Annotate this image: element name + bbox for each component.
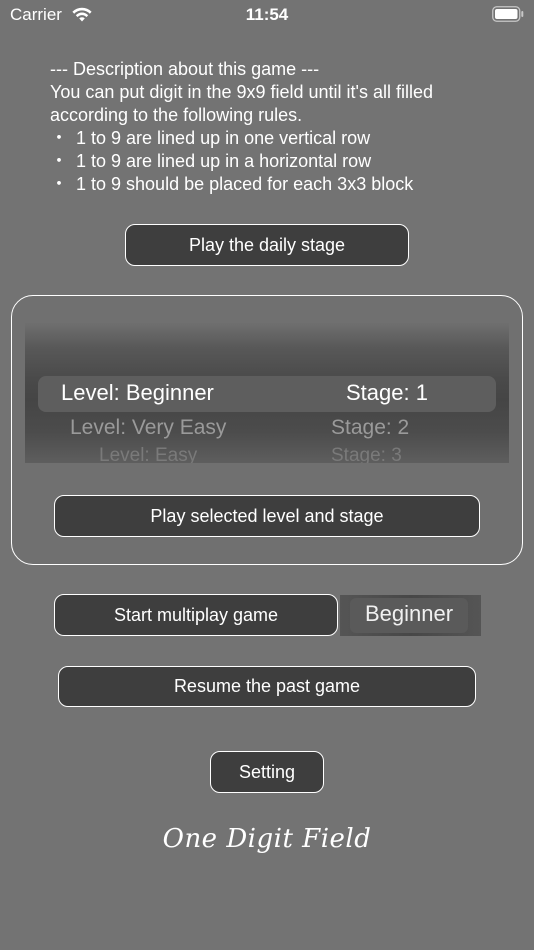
setting-button[interactable]: Setting — [210, 751, 324, 793]
multiplay-level-selector[interactable]: Beginner — [340, 595, 481, 636]
rule-item: ・ 1 to 9 are lined up in one vertical row — [50, 127, 520, 150]
picker-level-option[interactable]: Level: Easy — [99, 445, 197, 463]
bullet-icon: ・ — [50, 128, 68, 148]
description-text: according to the following rules. — [50, 105, 303, 125]
play-selected-button[interactable]: Play selected level and stage — [54, 495, 480, 537]
rule-text: 1 to 9 are lined up in a horizontal row — [76, 151, 372, 171]
app-logo: One Digit Field — [162, 824, 372, 854]
picker-stage-option[interactable]: Stage: 2 — [331, 416, 409, 440]
description-heading: --- Description about this game --- — [50, 59, 320, 79]
status-bar: Carrier 11:54 — [0, 0, 534, 32]
bullet-icon: ・ — [50, 151, 68, 171]
rule-text: 1 to 9 should be placed for each 3x3 blo… — [76, 174, 414, 194]
bullet-icon: ・ — [50, 174, 68, 194]
picker-stage-option[interactable]: Stage: 3 — [331, 445, 402, 463]
game-description: --- Description about this game --- You … — [50, 58, 520, 196]
rule-text: 1 to 9 are lined up in one vertical row — [76, 128, 371, 148]
battery-icon — [492, 6, 524, 22]
picker-stage-option[interactable]: Stage: 1 — [346, 380, 428, 406]
clock: 11:54 — [245, 5, 289, 24]
rule-item: ・ 1 to 9 are lined up in a horizontal row — [50, 150, 520, 173]
start-multiplay-button[interactable]: Start multiplay game — [54, 594, 338, 636]
multiplay-level-value[interactable]: Beginner — [340, 601, 478, 627]
picker-level-option[interactable]: Level: Beginner — [61, 380, 214, 406]
picker-level-option[interactable]: Level: Very Easy — [70, 416, 226, 440]
resume-game-button[interactable]: Resume the past game — [58, 666, 476, 707]
level-stage-picker[interactable]: Level: Beginner Stage: 1 Level: Very Eas… — [25, 323, 509, 463]
play-daily-stage-button[interactable]: Play the daily stage — [125, 224, 409, 266]
rule-item: ・ 1 to 9 should be placed for each 3x3 bl… — [50, 173, 520, 196]
description-text: You can put digit in the 9x9 field until… — [50, 82, 434, 102]
